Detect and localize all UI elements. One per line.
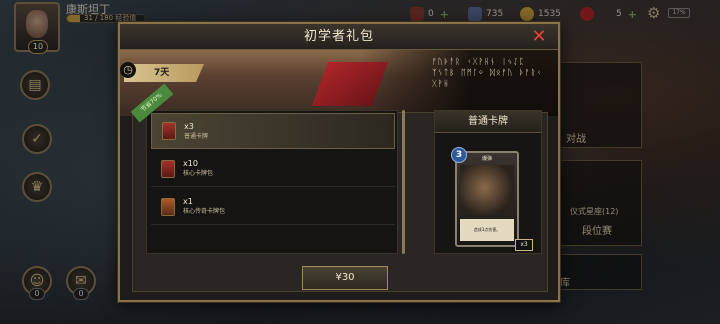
buy-button[interactable]: ¥30: [302, 266, 388, 290]
preview-card[interactable]: 爆弹 3 造成3点伤害。 x3: [451, 147, 533, 251]
card-cost: 3: [451, 147, 467, 163]
card-multiplier: x3: [515, 239, 533, 251]
item-qty: x10: [183, 159, 198, 168]
time-remaining: 7天: [124, 64, 204, 82]
card-desc: 造成3点伤害。: [460, 219, 514, 241]
close-icon[interactable]: ✕: [528, 26, 550, 48]
bundle-banner: ᚠᚢᚦᚨᚱ ᚲᚷᚹᚺᚾ ᛁᛃᛇᛈ ᛉᛊᛏᛒ ᛖᛗᛚᛜ ᛞᛟᚠᚢ ᚦᚨᚱᚲ ᚷᚹᚺ: [120, 50, 558, 116]
card-item-icon: [162, 122, 176, 140]
list-scrollbar[interactable]: [402, 110, 405, 254]
dialog-title: 初学者礼包: [120, 24, 558, 50]
bundle-item-list: x3 普通卡牌 x10 核心卡牌包 x1 核心传奇卡牌包: [146, 110, 398, 254]
list-item[interactable]: x1 核心传奇卡牌包: [151, 189, 395, 225]
list-item[interactable]: x3 普通卡牌: [151, 113, 395, 149]
starter-bundle-dialog: 初学者礼包 ✕ ᚠᚢᚦᚨᚱ ᚲᚷᚹᚺᚾ ᛁᛃᛇᛈ ᛉᛊᛏᛒ ᛖᛗᛚᛜ ᛞᛟᚠᚢ …: [118, 22, 560, 302]
legendary-pack-icon: [161, 197, 175, 216]
clock-icon: ◷: [120, 62, 136, 78]
card-art: [460, 165, 514, 215]
banner-runes: ᚠᚢᚦᚨᚱ ᚲᚷᚹᚺᚾ ᛁᛃᛇᛈ ᛉᛊᛏᛒ ᛖᛗᛚᛜ ᛞᛟᚠᚢ ᚦᚨᚱᚲ ᚷᚹᚺ: [432, 57, 543, 88]
item-qty: x3: [184, 121, 194, 131]
item-qty: x1: [183, 197, 193, 206]
item-name: 核心卡牌包: [183, 170, 214, 177]
pack-item-icon: [161, 159, 175, 178]
card-preview-panel: 普通卡牌 爆弹 3 造成3点伤害。 x3: [434, 110, 542, 254]
preview-title: 普通卡牌: [435, 111, 541, 133]
item-name: 普通卡牌: [184, 132, 209, 140]
list-item[interactable]: x10 核心卡牌包: [151, 151, 395, 187]
banner-flag: [311, 62, 389, 106]
item-name: 核心传奇卡牌包: [183, 208, 226, 215]
